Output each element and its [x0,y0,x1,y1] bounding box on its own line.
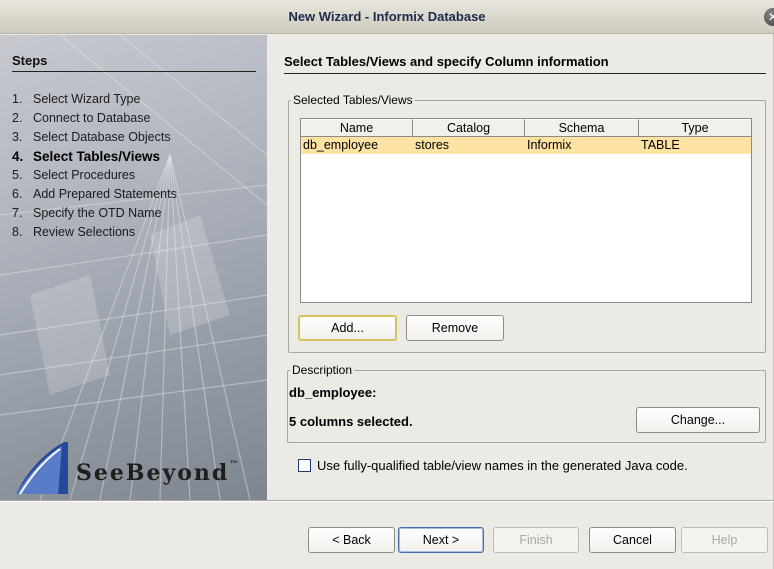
step-item-active: 4. Select Tables/Views [12,149,161,164]
selected-tables-legend: Selected Tables/Views [293,93,413,107]
finish-button[interactable]: Finish [493,527,579,553]
table-row[interactable]: db_employee stores Informix TABLE [301,137,751,154]
seebeyond-logo: SeeBeyond™ [12,440,262,495]
step-item: 1. Select Wizard Type [12,92,141,106]
cancel-button[interactable]: Cancel [589,527,676,553]
cell-schema: Informix [527,138,572,152]
step-item: 5. Select Procedures [12,168,136,182]
column-header-catalog[interactable]: Catalog [413,119,525,137]
wizard-window: New Wizard - Informix Database ✕ Steps 1… [0,0,774,569]
add-button[interactable]: Add... [298,315,397,341]
step-item: 6. Add Prepared Statements [12,187,177,201]
cell-catalog: stores [415,138,450,152]
next-button[interactable]: Next > [398,527,484,553]
table-header-row: Name Catalog Schema Type [301,119,751,137]
description-column-count: 5 columns selected. [289,414,413,429]
column-header-name[interactable]: Name [301,119,413,137]
tables-table[interactable]: Name Catalog Schema Type db_employee sto… [300,118,752,303]
change-button[interactable]: Change... [636,407,760,433]
logo-wordmark: SeeBeyond™ [76,460,241,486]
description-legend: Description [292,363,353,377]
column-header-schema[interactable]: Schema [525,119,639,137]
qualified-names-checkbox[interactable] [298,459,311,472]
step-item: 8. Review Selections [12,225,136,239]
steps-header: Steps [12,53,256,72]
remove-button[interactable]: Remove [406,315,504,341]
footer-separator [0,500,774,502]
step-item: 2. Connect to Database [12,111,151,125]
steps-panel: Steps 1. Select Wizard Type 2. Connect to … [0,35,267,500]
page-heading: Select Tables/Views and specify Column i… [284,54,766,74]
window-title: New Wizard - Informix Database [288,9,486,24]
column-header-type[interactable]: Type [639,119,751,137]
steps-list: 1. Select Wizard Type 2. Connect to Databa… [12,90,177,242]
description-table-name: db_employee: [289,385,377,400]
qualified-names-label[interactable]: Use fully-qualified table/view names in … [317,458,688,474]
cell-name: db_employee [303,138,379,152]
step-item: 7. Specify the OTD Name [12,206,162,220]
help-button[interactable]: Help [681,527,768,553]
title-bar[interactable]: New Wizard - Informix Database ✕ [0,0,774,34]
back-button[interactable]: < Back [308,527,395,553]
cell-type: TABLE [641,138,680,152]
logo-swoosh-icon [16,442,68,495]
step-item: 3. Select Database Objects [12,130,171,144]
